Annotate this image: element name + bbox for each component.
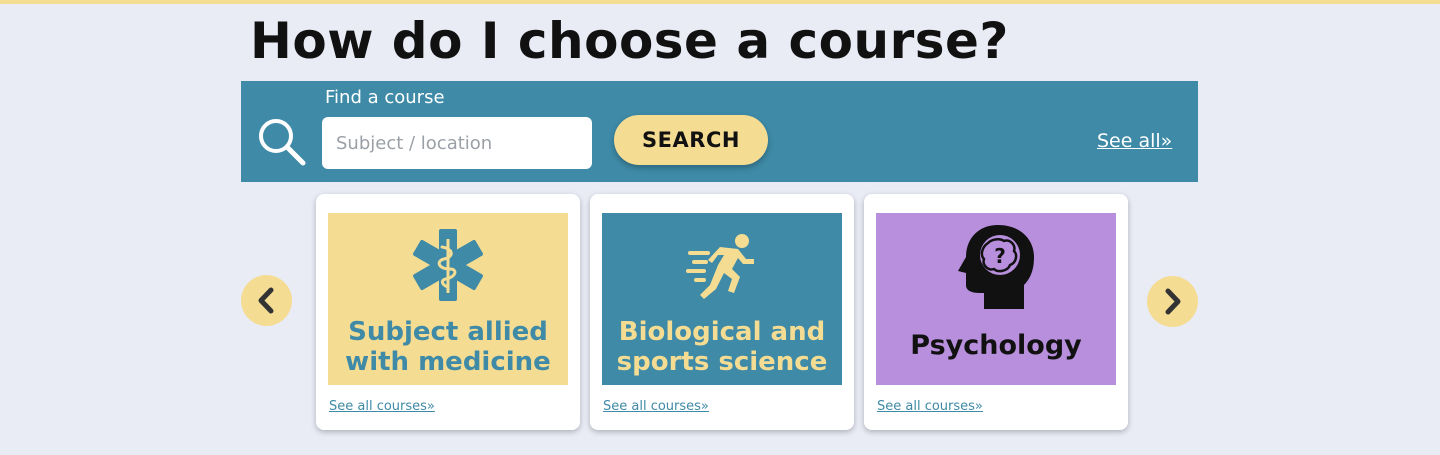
svg-text:?: ? bbox=[994, 244, 1006, 268]
search-label: Find a course bbox=[325, 87, 445, 108]
see-all-courses-link[interactable]: See all courses» bbox=[877, 399, 983, 414]
medical-star-of-life-icon bbox=[328, 225, 568, 309]
course-title: Psychology bbox=[910, 330, 1082, 361]
course-tile[interactable]: Subject allied with medicine bbox=[328, 213, 568, 385]
course-tile[interactable]: ? Psychology bbox=[876, 213, 1116, 385]
search-input[interactable] bbox=[322, 117, 592, 169]
course-title: Subject allied with medicine bbox=[345, 317, 551, 377]
course-card-biological-sports-science[interactable]: Biological and sports science See all co… bbox=[590, 194, 854, 430]
course-tile[interactable]: Biological and sports science bbox=[602, 213, 842, 385]
search-button[interactable]: SEARCH bbox=[614, 115, 768, 165]
course-card-medicine[interactable]: Subject allied with medicine See all cou… bbox=[316, 194, 580, 430]
see-all-courses-link[interactable]: See all courses» bbox=[603, 399, 709, 414]
carousel-next-button[interactable] bbox=[1147, 276, 1198, 327]
see-all-link[interactable]: See all» bbox=[1097, 130, 1172, 152]
top-accent-strip bbox=[0, 0, 1440, 4]
running-person-icon bbox=[602, 229, 842, 309]
carousel-prev-button[interactable] bbox=[241, 275, 292, 326]
page-title: How do I choose a course? bbox=[250, 12, 1009, 70]
course-title: Biological and sports science bbox=[616, 317, 828, 377]
head-question-icon: ? bbox=[876, 221, 1116, 317]
chevron-left-icon bbox=[258, 287, 274, 314]
course-card-psychology[interactable]: ? Psychology See all courses» bbox=[864, 194, 1128, 430]
see-all-courses-link[interactable]: See all courses» bbox=[329, 399, 435, 414]
search-icon bbox=[255, 115, 309, 169]
course-search-bar: Find a course SEARCH See all» bbox=[241, 81, 1198, 182]
chevron-right-icon bbox=[1165, 288, 1181, 315]
